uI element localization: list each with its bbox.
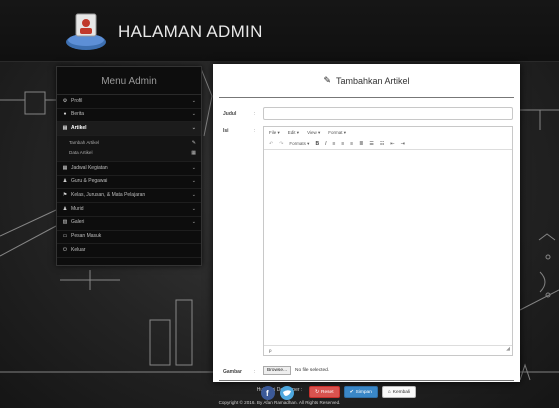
- site-brand-title: HALAMAN ADMIN: [118, 22, 263, 41]
- rich-text-editor[interactable]: File ▾ Edit ▾ View ▾ Format ▾ ↶ ↷ Format…: [263, 126, 513, 356]
- editor-content-area[interactable]: [264, 150, 512, 346]
- sidebar-item-label: Berita: [71, 111, 85, 118]
- sidebar-subitem-tambah-artikel[interactable]: Tambah Artikel ✎: [57, 138, 201, 148]
- editor-path: p: [269, 348, 272, 353]
- sidebar-item-label: Profil: [71, 97, 83, 104]
- admin-logo-icon: [63, 10, 109, 52]
- formats-dropdown[interactable]: Formats ▾: [289, 141, 309, 147]
- user-icon: ♟: [62, 205, 68, 212]
- sidebar-item-pesan-masuk[interactable]: ▭ Pesan Masuk: [57, 231, 201, 245]
- sidebar-item-label: Jadwal Kegiatan: [71, 164, 108, 171]
- editor-statusbar: p ◢: [264, 345, 512, 355]
- italic-icon[interactable]: I: [325, 141, 326, 147]
- align-left-icon[interactable]: ≡: [332, 141, 335, 147]
- chevron-down-icon: ⌄: [191, 178, 196, 185]
- calendar-icon: ▦: [62, 164, 68, 171]
- judul-label: Judul: [223, 111, 237, 117]
- isi-colon: :: [254, 128, 256, 134]
- align-right-icon[interactable]: ≡: [350, 141, 353, 147]
- redo-icon[interactable]: ↷: [279, 141, 283, 147]
- undo-icon[interactable]: ↶: [269, 141, 273, 147]
- gambar-label: Gambar: [223, 369, 242, 375]
- judul-colon: :: [254, 111, 256, 117]
- isi-label: Isi: [223, 128, 229, 134]
- sidebar-subitem-data-artikel[interactable]: Data Artikel ▦: [57, 148, 201, 158]
- editor-menu-view[interactable]: View ▾: [307, 127, 320, 138]
- sidebar-item-guru-pegawai[interactable]: ♟ Guru & Pegawai ⌄: [57, 176, 201, 190]
- gear-icon: ⚙: [62, 97, 68, 104]
- bullet-list-icon[interactable]: ☰: [369, 141, 373, 147]
- admin-sidebar: Menu Admin ⚙ Profil ⌄ ● Berita ⌄ ▤ Artik…: [56, 66, 202, 266]
- numbered-list-icon[interactable]: ☷: [380, 141, 384, 147]
- chevron-down-icon: ⌄: [191, 219, 196, 226]
- editor-menu-file[interactable]: File ▾: [269, 127, 280, 138]
- judul-input[interactable]: [263, 107, 513, 120]
- file-input: Browse... No file selected.: [263, 366, 329, 375]
- sidebar-item-galeri[interactable]: ▨ Galeri ⌄: [57, 217, 201, 231]
- align-center-icon[interactable]: ≡: [341, 141, 344, 147]
- list-icon: ▤: [62, 124, 68, 131]
- sidebar-item-label: Guru & Pegawai: [71, 178, 108, 185]
- editor-menu-format[interactable]: Format ▾: [328, 127, 346, 138]
- outdent-icon[interactable]: ⇤: [390, 141, 394, 147]
- resize-handle-icon[interactable]: ◢: [506, 344, 510, 354]
- sidebar-item-label: Keluar: [71, 246, 86, 253]
- sidebar-item-label: Artikel: [71, 124, 87, 131]
- sidebar-item-label: Pesan Masuk: [71, 233, 102, 239]
- panel-title: Tambahkan Artikel: [336, 75, 410, 86]
- browse-button[interactable]: Browse...: [263, 366, 291, 375]
- chevron-down-icon: ⌄: [191, 191, 196, 198]
- sidebar-item-artikel[interactable]: ▤ Artikel ⌄: [57, 122, 201, 137]
- globe-icon: ●: [63, 111, 67, 118]
- sidebar-item-profil[interactable]: ⚙ Profil ⌄: [57, 95, 201, 109]
- align-justify-icon[interactable]: ≣: [359, 141, 363, 147]
- pencil-icon: ✎: [323, 75, 331, 85]
- pencil-icon: ✎: [191, 140, 196, 147]
- sidebar-item-keluar[interactable]: ⏻ Keluar: [57, 244, 201, 258]
- chevron-down-icon: ⌄: [191, 164, 196, 171]
- chevron-down-icon: ⌄: [191, 124, 196, 131]
- panel-header: ✎ Tambahkan Artikel: [213, 64, 520, 97]
- image-icon: ▨: [62, 219, 68, 226]
- sidebar-subitem-label: Tambah Artikel: [69, 140, 100, 146]
- sidebar-title: Menu Admin: [57, 69, 201, 95]
- indent-icon[interactable]: ⇥: [401, 141, 405, 147]
- flag-icon: ⚑: [62, 191, 68, 198]
- user-icon: ♟: [62, 178, 68, 185]
- sidebar-item-berita[interactable]: ● Berita ⌄: [57, 109, 201, 123]
- editor-menubar: File ▾ Edit ▾ View ▾ Format ▾: [264, 127, 512, 138]
- top-header-bar: HALAMAN ADMIN: [0, 0, 559, 62]
- chevron-down-icon: ⌄: [191, 205, 196, 212]
- editor-toolbar: ↶ ↷ Formats ▾ B I ≡ ≡ ≡ ≣ ☰ ☷ ⇤ ⇥: [264, 138, 512, 150]
- copyright-text: Copyright © 2016. By Afan Ramadhan. All …: [218, 400, 341, 405]
- table-icon: ▦: [191, 150, 196, 157]
- add-article-panel: ✎ Tambahkan Artikel Judul : Isi : File ▾…: [213, 64, 520, 398]
- sidebar-item-jadwal-kegiatan[interactable]: ▦ Jadwal Kegiatan ⌄: [57, 162, 201, 176]
- inbox-icon: ▭: [62, 233, 68, 239]
- editor-menu-edit[interactable]: Edit ▾: [288, 127, 299, 138]
- sidebar-item-label: Murid: [71, 205, 84, 212]
- sidebar-item-label: Kelas, Jurusan, & Mata Pelajaran: [71, 191, 146, 198]
- header-divider: [219, 97, 514, 98]
- footer-divider: [219, 380, 514, 381]
- sidebar-item-kelas-jurusan[interactable]: ⚑ Kelas, Jurusan, & Mata Pelajaran ⌄: [57, 189, 201, 204]
- sidebar-item-label: Galeri: [71, 219, 85, 226]
- sidebar-subitem-label: Data Artikel: [69, 150, 93, 156]
- gambar-colon: :: [254, 369, 256, 375]
- bold-icon[interactable]: B: [315, 141, 319, 147]
- file-status-text: No file selected.: [295, 368, 330, 373]
- artikel-submenu: Tambah Artikel ✎ Data Artikel ▦: [57, 136, 201, 163]
- chevron-down-icon: ⌄: [191, 97, 196, 104]
- sidebar-item-murid[interactable]: ♟ Murid ⌄: [57, 203, 201, 217]
- chevron-down-icon: ⌄: [191, 111, 196, 118]
- power-icon: ⏻: [63, 246, 67, 253]
